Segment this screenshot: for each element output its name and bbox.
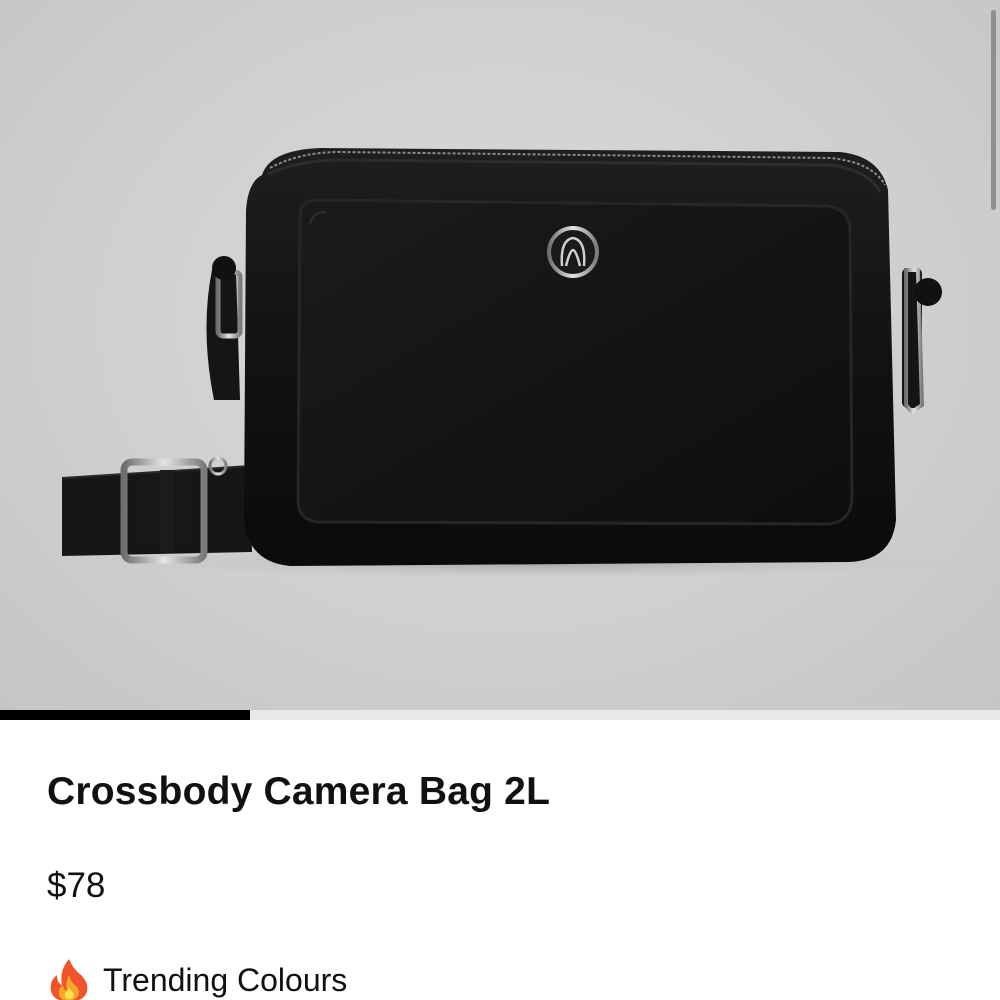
carousel-progress-fill bbox=[0, 710, 250, 720]
image-carousel-progress[interactable] bbox=[0, 710, 1000, 720]
bag-illustration bbox=[61, 148, 970, 580]
product-price: $78 bbox=[47, 866, 106, 905]
fire-icon bbox=[50, 959, 88, 1000]
trending-label: Trending Colours bbox=[103, 961, 348, 998]
product-image[interactable] bbox=[0, 0, 1000, 710]
trending-colours[interactable]: Trending Colours bbox=[47, 957, 347, 1000]
scrollbar[interactable] bbox=[991, 10, 996, 210]
product-page: Crossbody Camera Bag 2L $78 Trending Col… bbox=[0, 0, 1000, 1000]
product-title: Crossbody Camera Bag 2L bbox=[47, 770, 551, 813]
